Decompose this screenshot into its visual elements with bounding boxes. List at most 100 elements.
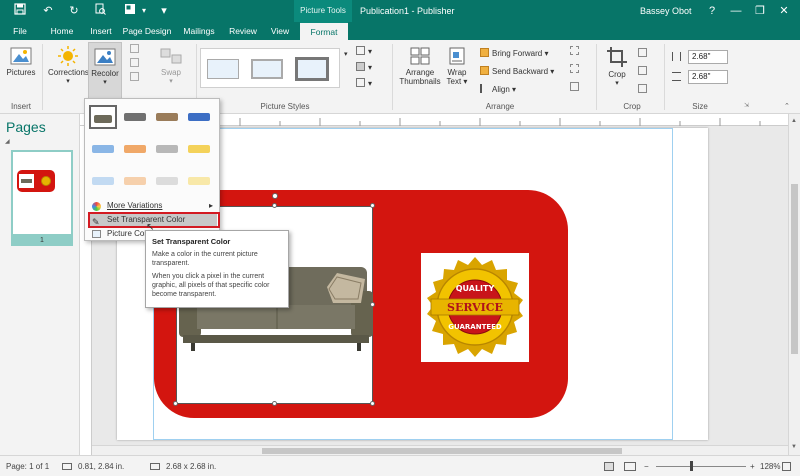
pages-collapse-icon[interactable]: ◢ xyxy=(5,138,10,145)
compress-icon[interactable] xyxy=(130,44,142,54)
recolor-swatch-pale-orange[interactable] xyxy=(121,169,149,193)
vertical-scroll-thumb[interactable] xyxy=(791,184,798,354)
recolor-swatch-pale-yellow[interactable] xyxy=(185,169,213,193)
crop-icon xyxy=(607,47,627,67)
wrap-text-icon xyxy=(449,47,465,65)
width-field[interactable]: 2.68" xyxy=(688,70,728,84)
recolor-swatch-light-gray[interactable] xyxy=(153,137,181,161)
resize-handle-bottom-right[interactable] xyxy=(370,401,375,406)
rotate-handle[interactable] xyxy=(272,193,278,199)
resize-handle-middle-right[interactable] xyxy=(370,302,375,307)
zoom-slider-thumb[interactable] xyxy=(690,461,693,471)
recolor-swatch-light-orange[interactable] xyxy=(121,137,149,161)
fit-icon[interactable] xyxy=(638,48,650,58)
page-indicator[interactable]: Page: 1 of 1 xyxy=(6,456,49,476)
print-preview-icon[interactable] xyxy=(92,3,108,19)
change-picture-icon[interactable] xyxy=(130,58,142,68)
scroll-up-icon[interactable]: ▲ xyxy=(791,118,797,124)
restore-icon[interactable]: ❐ xyxy=(748,0,772,22)
recolor-swatch-sepia[interactable] xyxy=(153,105,181,129)
tooltip-line-2: When you click a pixel in the current gr… xyxy=(152,273,270,298)
tab-format[interactable]: Format xyxy=(300,22,348,40)
group-objects-icon[interactable] xyxy=(570,46,582,56)
picture-style-3[interactable] xyxy=(295,57,329,81)
zoom-out-icon[interactable]: − xyxy=(644,456,649,476)
fill-icon[interactable] xyxy=(638,66,650,76)
redo-icon[interactable]: ↻ xyxy=(66,3,82,19)
clear-crop-icon[interactable] xyxy=(638,84,650,94)
pages-pane: Pages ◢ 1 xyxy=(0,114,80,455)
zoom-in-icon[interactable]: + xyxy=(750,456,755,476)
tooltip-title: Set Transparent Color xyxy=(152,237,231,246)
close-icon[interactable]: ✕ xyxy=(772,0,796,22)
picture-style-2[interactable] xyxy=(251,59,283,79)
picture-style-1[interactable] xyxy=(207,59,239,79)
group-label-insert: Insert xyxy=(10,102,31,111)
more-variations-item[interactable]: More Variations ▸ xyxy=(89,199,217,213)
recolor-swatch-light-yellow[interactable] xyxy=(185,137,213,161)
crop-label: Crop xyxy=(608,70,626,79)
tab-page-design[interactable]: Page Design xyxy=(122,22,172,40)
picture-tools-context-label: Picture Tools xyxy=(294,0,352,22)
resize-handle-bottom-left[interactable] xyxy=(173,401,178,406)
resize-handle-top-middle[interactable] xyxy=(272,203,277,208)
corrections-label: Corrections xyxy=(48,68,89,77)
tab-home[interactable]: Home xyxy=(44,22,80,40)
minimize-icon[interactable]: — xyxy=(724,0,748,22)
vertical-scrollbar[interactable]: ▲ ▼ xyxy=(788,114,800,455)
horizontal-scroll-thumb[interactable] xyxy=(262,448,622,454)
align-button[interactable]: Align ▾ xyxy=(480,84,516,94)
set-transparent-color-tooltip: Set Transparent Color Make a color in th… xyxy=(145,230,289,308)
page-thumbnail[interactable] xyxy=(11,150,73,236)
picture-effects-icon[interactable]: ▾ xyxy=(356,62,372,72)
recolor-button[interactable]: Recolor ▾ xyxy=(88,42,122,102)
tab-insert[interactable]: Insert xyxy=(84,22,118,40)
tab-review[interactable]: Review xyxy=(224,22,262,40)
crop-button[interactable]: Crop ▾ xyxy=(600,46,634,87)
wrap-text-button[interactable]: Wrap Text ▾ xyxy=(442,46,472,86)
corrections-button[interactable]: Corrections ▾ xyxy=(48,46,89,85)
resize-handle-bottom-middle[interactable] xyxy=(272,401,277,406)
size-icon xyxy=(150,456,160,476)
pictures-button[interactable]: Pictures xyxy=(6,46,36,77)
rotate-icon[interactable] xyxy=(570,82,582,92)
picture-caption-icon[interactable]: ▾ xyxy=(356,78,372,88)
arrange-thumbnails-button[interactable]: Arrange Thumbnails xyxy=(398,46,442,86)
tab-file[interactable]: File xyxy=(6,22,34,40)
bring-forward-button[interactable]: Bring Forward ▾ xyxy=(480,48,549,58)
save-icon[interactable] xyxy=(12,3,28,19)
size-readout: 2.68 x 2.68 in. xyxy=(166,462,217,471)
height-field[interactable]: 2.68" xyxy=(688,50,728,64)
recolor-swatch-pale-gray[interactable] xyxy=(153,169,181,193)
scroll-down-icon[interactable]: ▼ xyxy=(791,444,797,450)
collapse-ribbon-icon[interactable]: ⌃ xyxy=(784,102,790,110)
layout-dropdown-icon[interactable]: ▾ xyxy=(136,3,152,19)
ungroup-objects-icon[interactable] xyxy=(570,64,582,74)
swap-button[interactable]: Swap ▾ xyxy=(154,46,188,85)
tab-mailings[interactable]: Mailings xyxy=(178,22,220,40)
resize-handle-top-right[interactable] xyxy=(370,203,375,208)
recolor-swatch-pale-blue[interactable] xyxy=(89,169,117,193)
size-dialog-launcher-icon[interactable]: ⇲ xyxy=(744,102,749,109)
zoom-level[interactable]: 128% xyxy=(760,456,780,476)
swap-icon xyxy=(160,48,182,64)
undo-icon[interactable]: ↶ xyxy=(40,3,56,19)
zoom-slider-track[interactable] xyxy=(656,466,746,467)
horizontal-scrollbar[interactable] xyxy=(92,445,788,455)
recolor-swatch-light-blue[interactable] xyxy=(89,137,117,161)
fit-page-icon[interactable] xyxy=(782,456,791,476)
picture-border-icon[interactable]: ▾ xyxy=(356,46,372,56)
recolor-swatch-no-recolor[interactable] xyxy=(89,105,117,129)
single-page-view-icon[interactable] xyxy=(604,456,614,476)
send-backward-button[interactable]: Send Backward ▾ xyxy=(480,66,554,76)
reset-picture-icon[interactable] xyxy=(130,72,142,82)
user-name[interactable]: Bassey Obot xyxy=(640,0,692,22)
gallery-scroll-icon[interactable]: ▾ xyxy=(344,50,348,58)
two-page-view-icon[interactable] xyxy=(624,456,636,476)
quick-access-dropdown-icon[interactable]: ▾ xyxy=(156,3,172,19)
recolor-swatch-grayscale[interactable] xyxy=(121,105,149,129)
help-icon[interactable]: ? xyxy=(700,0,724,22)
quality-seal-picture[interactable]: SERVICE QUALITY GUARANTEED xyxy=(421,253,529,362)
tab-view[interactable]: View xyxy=(266,22,294,40)
recolor-swatch-blue-dark[interactable] xyxy=(185,105,213,129)
